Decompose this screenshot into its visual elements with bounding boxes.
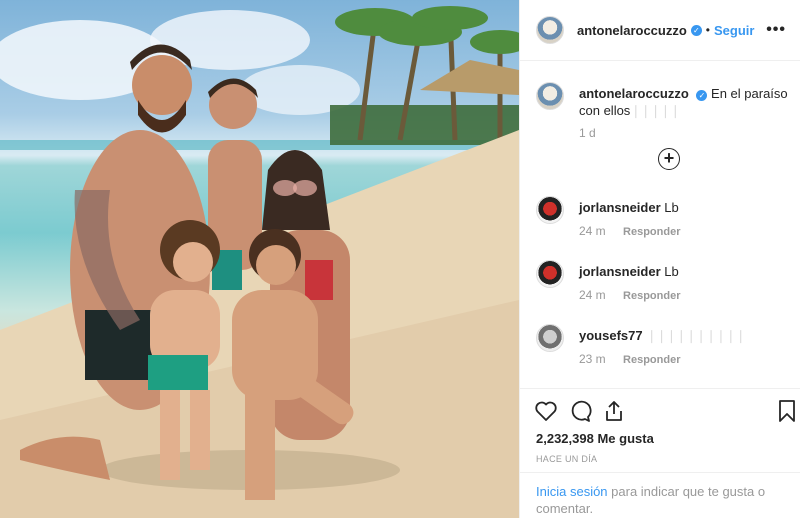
verified-badge-icon: ✓ [690, 24, 702, 36]
likes-label: Me gusta [597, 431, 654, 446]
heart-icon[interactable] [534, 399, 558, 428]
comment-time[interactable]: 24 m [579, 224, 606, 238]
caption-username[interactable]: antonelaroccuzzo [579, 86, 689, 101]
login-link[interactable]: Inicia sesión [536, 484, 608, 499]
avatar[interactable] [536, 324, 564, 352]
comment-text: jorlansneider Lb [579, 263, 789, 280]
comment-meta: 24 m Responder [579, 288, 681, 302]
comment-meta: 24 m Responder [579, 224, 681, 238]
comment-username[interactable]: jorlansneider [579, 200, 661, 215]
comment-username[interactable]: jorlansneider [579, 264, 661, 279]
reply-button[interactable]: Responder [623, 290, 680, 302]
caption-time[interactable]: 1 d [579, 126, 596, 140]
comment-text: jorlansneider Lb [579, 199, 789, 216]
comment-body: Lb [664, 200, 679, 215]
author-username[interactable]: antonelaroccuzzo [577, 23, 687, 38]
post-header: antonelaroccuzzo ✓ • Seguir ••• [520, 0, 800, 61]
load-more-comments-button[interactable]: + [658, 148, 680, 170]
follow-button[interactable]: Seguir [714, 23, 754, 38]
post-sidebar: antonelaroccuzzo ✓ • Seguir ••• antonela… [519, 0, 800, 518]
caption-emoji: ❘❘❘❘❘ [630, 103, 680, 118]
post-photo[interactable] [0, 0, 519, 518]
likes-number: 2,232,398 [536, 431, 594, 446]
likes-count[interactable]: 2,232,398 Me gusta [536, 431, 654, 446]
comment-text: yousefs77 ❘❘❘❘❘❘❘❘❘❘ [579, 327, 789, 344]
more-options-icon[interactable]: ••• [766, 21, 786, 39]
bookmark-icon[interactable] [777, 399, 797, 428]
avatar[interactable] [536, 16, 564, 44]
avatar[interactable] [536, 260, 564, 288]
comment-body: ❘❘❘❘❘❘❘❘❘❘ [646, 328, 746, 343]
comment-time[interactable]: 24 m [579, 288, 606, 302]
separator-dot: • [705, 23, 710, 37]
avatar[interactable] [536, 82, 564, 110]
verified-badge-icon: ✓ [696, 90, 708, 101]
comments-list: antonelaroccuzzo ✓ En el paraíso con ell… [520, 62, 800, 388]
reply-button[interactable]: Responder [623, 354, 680, 366]
beach-family-image [0, 6, 519, 518]
post-actions: 2,232,398 Me gusta HACE UN DÍA Inicia se… [520, 388, 800, 518]
action-icons [534, 399, 797, 428]
avatar[interactable] [536, 196, 564, 224]
comment-body: Lb [664, 264, 679, 279]
comment-meta: 23 m Responder [579, 352, 681, 366]
caption-text: antonelaroccuzzo ✓ En el paraíso con ell… [579, 85, 789, 119]
reply-button[interactable]: Responder [623, 226, 680, 238]
post-timestamp: HACE UN DÍA [536, 454, 598, 464]
login-prompt: Inicia sesión para indicar que te gusta … [520, 472, 800, 518]
comment-username[interactable]: yousefs77 [579, 328, 643, 343]
share-icon[interactable] [602, 399, 626, 428]
comment-time[interactable]: 23 m [579, 352, 606, 366]
comment-icon[interactable] [568, 399, 592, 428]
